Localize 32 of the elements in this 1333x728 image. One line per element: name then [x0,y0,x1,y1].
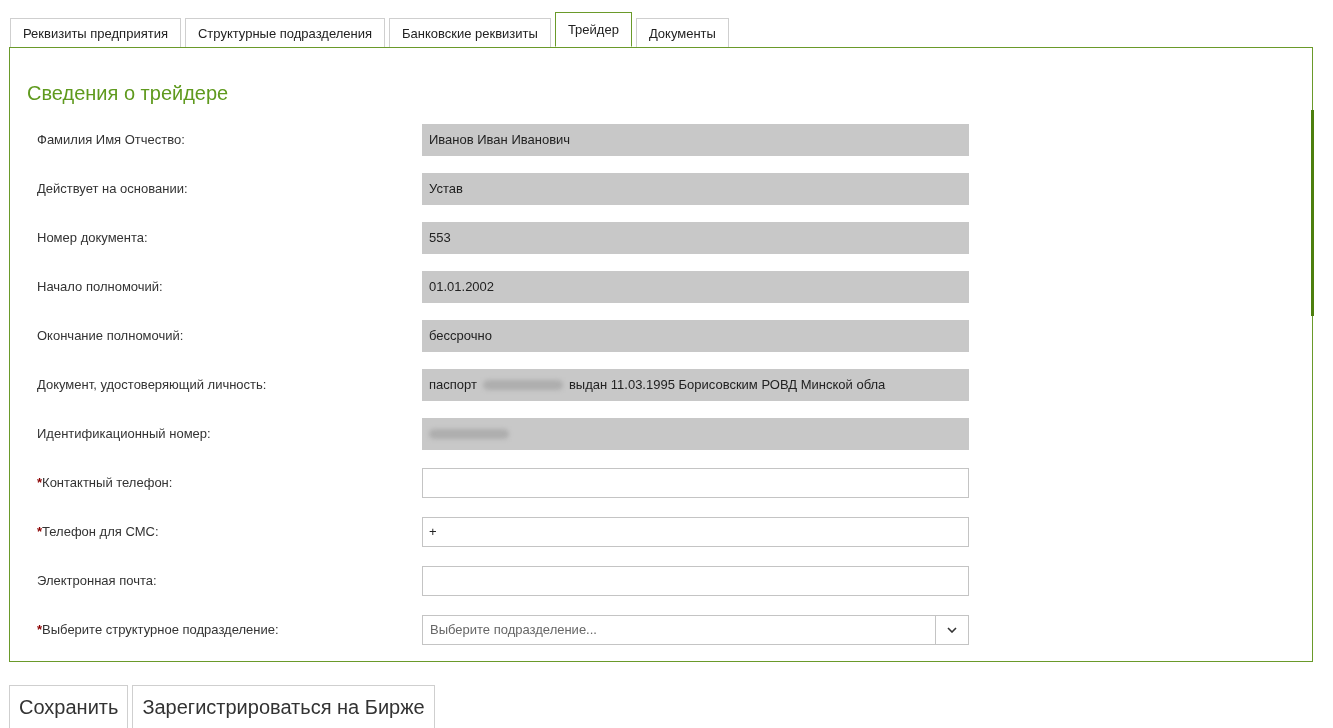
tab[interactable]: Документы [635,18,729,47]
input-field[interactable] [422,467,969,498]
field-label: *Контактный телефон: [36,475,174,490]
field-value: Устав [429,181,463,196]
field-label: Фамилия Имя Отчество: [36,132,186,147]
save-button[interactable]: Сохранить [9,685,129,728]
field-value: Иванов Иван Иванович [429,132,571,147]
field-label: Документ, удостоверяющий личность: [36,377,268,392]
input-field[interactable]: + [422,516,969,547]
field-label: Номер документа: [36,230,149,245]
dropdown-field[interactable]: Выберите подразделение... [422,614,969,645]
field-label: Окончание полномочий: [36,328,185,343]
field-value: 553 [429,230,451,245]
input-field[interactable] [422,565,969,596]
field-label: Начало полномочий: [36,279,164,294]
field-label: Действует на основании: [36,181,189,196]
field-value: 01.01.2002 [429,279,495,294]
field-label: Идентификационный номер: [36,426,212,441]
field-label: *Телефон для СМС: [36,524,160,539]
field-value: выдан 11.03.1995 Борисовским РОВД Минской обла [568,377,886,392]
register-button[interactable]: Зарегистрироваться на Бирже [132,685,435,728]
scrollbar-thumb[interactable] [1311,110,1314,316]
field-label: Электронная почта: [36,573,158,588]
tab[interactable]: Реквизиты предприятия [10,18,181,47]
field-value: бессрочно [429,328,492,343]
section-title: Сведения о трейдере [27,82,230,105]
tab[interactable]: Структурные подразделения [184,18,385,47]
tab[interactable]: Трейдер [554,12,632,47]
chevron-down-icon [947,626,957,633]
field-value: паспорт [429,377,477,392]
field-label: *Выберите структурное подразделение: [36,622,280,637]
tab[interactable]: Банковские реквизиты [389,18,551,47]
